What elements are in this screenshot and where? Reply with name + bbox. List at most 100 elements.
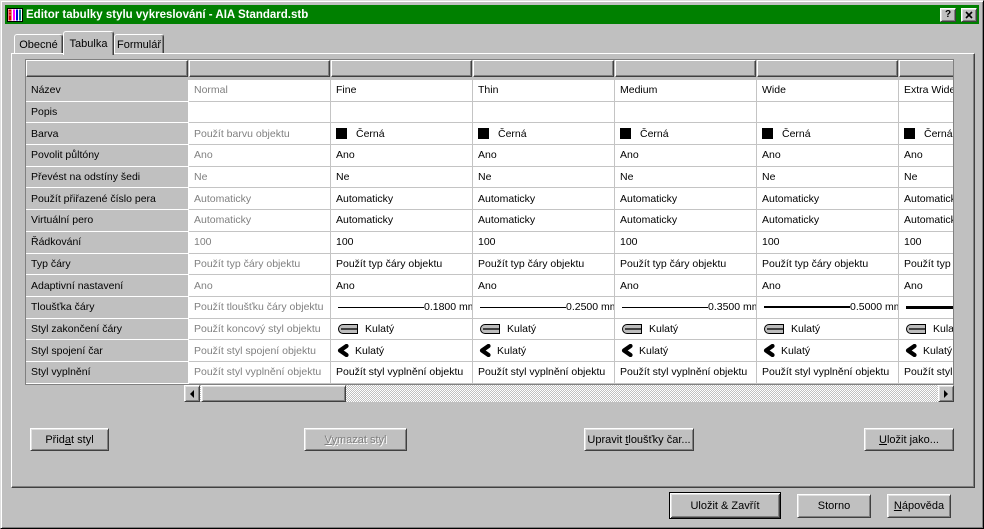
table-cell[interactable]: Ano (331, 275, 473, 297)
table-cell[interactable]: Thin (473, 80, 615, 102)
table-cell[interactable]: Použít styl vyplnění objektu (615, 362, 757, 384)
table-cell[interactable]: Kulatý (757, 319, 899, 341)
tab-tabulka[interactable]: Tabulka (63, 31, 114, 55)
table-cell[interactable]: Automaticky (899, 188, 954, 210)
table-cell[interactable]: Černá (473, 123, 615, 145)
scroll-left-button[interactable] (184, 385, 200, 402)
table-cell[interactable]: Ano (473, 275, 615, 297)
table-cell[interactable]: Ne (757, 167, 899, 189)
horizontal-scrollbar[interactable] (184, 385, 954, 402)
table-cell[interactable]: Černá (331, 123, 473, 145)
column-header-cell[interactable] (615, 60, 756, 77)
table-cell[interactable]: Ne (473, 167, 615, 189)
table-cell[interactable]: 0.2500 mm (473, 297, 615, 319)
table-cell[interactable]: Automaticky (331, 188, 473, 210)
table-cell[interactable]: Automaticky (473, 210, 615, 232)
tab-formular[interactable]: Formulář (114, 34, 164, 54)
table-cell[interactable]: Automaticky (615, 210, 757, 232)
table-cell[interactable] (757, 102, 899, 124)
table-cell[interactable]: Kulatý (899, 340, 954, 362)
column-header-cell[interactable] (189, 60, 330, 77)
table-cell[interactable]: Černá (757, 123, 899, 145)
table-cell[interactable]: Kulatý (615, 319, 757, 341)
table-cell[interactable]: Ano (899, 145, 954, 167)
table-cell[interactable]: Ano (615, 145, 757, 167)
table-cell[interactable]: Kulatý (757, 340, 899, 362)
table-cell[interactable]: Kulatý (899, 319, 954, 341)
table-cell[interactable]: 100 (189, 232, 331, 254)
table-cell[interactable]: Použít barvu objektu (189, 123, 331, 145)
tab-obecne[interactable]: Obecné (14, 34, 63, 54)
table-cell[interactable]: Ne (615, 167, 757, 189)
table-cell[interactable]: Automaticky (473, 188, 615, 210)
table-cell[interactable]: 0.3500 mm (615, 297, 757, 319)
scroll-right-button[interactable] (938, 385, 954, 402)
table-cell[interactable]: Extra Wide (899, 80, 954, 102)
table-cell[interactable]: Použít typ čáry objektu (899, 254, 954, 276)
table-cell[interactable]: Použít typ čáry objektu (757, 254, 899, 276)
table-cell[interactable]: Kulatý (473, 319, 615, 341)
column-header-cell[interactable] (899, 60, 954, 77)
help-button[interactable]: ? (940, 8, 956, 22)
column-header-cell[interactable] (757, 60, 898, 77)
table-cell[interactable]: Použít styl vyplnění objektu (331, 362, 473, 384)
table-cell[interactable]: Použít styl spojení objektu (189, 340, 331, 362)
table-cell[interactable]: Fine (331, 80, 473, 102)
table-cell[interactable]: Černá (899, 123, 954, 145)
table-cell[interactable]: Ano (757, 275, 899, 297)
table-cell[interactable]: 100 (331, 232, 473, 254)
table-cell[interactable]: Automaticky (899, 210, 954, 232)
table-cell[interactable]: Ano (189, 145, 331, 167)
table-cell[interactable]: Kulatý (331, 340, 473, 362)
table-cell[interactable] (899, 297, 954, 319)
table-cell[interactable]: 0.1800 mm (331, 297, 473, 319)
table-cell[interactable]: Černá (615, 123, 757, 145)
table-cell[interactable] (473, 102, 615, 124)
add-style-button[interactable]: Přidat styl (30, 428, 109, 451)
table-cell[interactable]: Použít koncový styl objektu (189, 319, 331, 341)
table-cell[interactable]: Ne (331, 167, 473, 189)
table-cell[interactable]: Použít styl vyplnění objektu (757, 362, 899, 384)
table-cell[interactable]: Ano (615, 275, 757, 297)
table-cell[interactable] (189, 102, 331, 124)
table-cell[interactable]: Použít typ čáry objektu (473, 254, 615, 276)
table-cell[interactable]: Použít typ čáry objektu (189, 254, 331, 276)
corner-header-cell[interactable] (26, 60, 188, 77)
table-cell[interactable]: Použít styl vyplnění objektu (473, 362, 615, 384)
table-cell[interactable]: Kulatý (473, 340, 615, 362)
table-cell[interactable]: Použít styl vyplnění objektu (899, 362, 954, 384)
table-cell[interactable]: Ano (899, 275, 954, 297)
table-cell[interactable]: Automaticky (189, 210, 331, 232)
table-cell[interactable] (899, 102, 954, 124)
table-cell[interactable]: 0.5000 mm (757, 297, 899, 319)
table-cell[interactable]: Automaticky (331, 210, 473, 232)
table-cell[interactable]: Medium (615, 80, 757, 102)
table-cell[interactable]: Ano (473, 145, 615, 167)
table-cell[interactable]: Ano (331, 145, 473, 167)
edit-lineweights-button[interactable]: Upravit tloušťky čar... (584, 428, 694, 451)
table-cell[interactable]: Normal (189, 80, 331, 102)
table-cell[interactable]: Kulatý (331, 319, 473, 341)
table-cell[interactable]: 100 (757, 232, 899, 254)
table-cell[interactable]: Použít typ čáry objektu (331, 254, 473, 276)
table-cell[interactable]: Kulatý (615, 340, 757, 362)
table-cell[interactable]: 100 (615, 232, 757, 254)
column-header-cell[interactable] (473, 60, 614, 77)
table-cell[interactable]: Automaticky (615, 188, 757, 210)
table-cell[interactable] (615, 102, 757, 124)
scrollbar-thumb[interactable] (201, 385, 346, 402)
title-bar[interactable]: Editor tabulky stylu vykreslování - AIA … (5, 5, 979, 24)
table-cell[interactable]: Ne (899, 167, 954, 189)
table-cell[interactable]: 100 (473, 232, 615, 254)
table-cell[interactable]: Ano (757, 145, 899, 167)
table-cell[interactable]: 100 (899, 232, 954, 254)
table-cell[interactable]: Ne (189, 167, 331, 189)
table-cell[interactable]: Ano (189, 275, 331, 297)
table-cell[interactable]: Použít styl vyplnění objektu (189, 362, 331, 384)
table-cell[interactable] (331, 102, 473, 124)
table-cell[interactable]: Použít typ čáry objektu (615, 254, 757, 276)
cancel-button[interactable]: Storno (797, 494, 871, 518)
help-dialog-button[interactable]: Nápověda (887, 494, 951, 518)
column-header-cell[interactable] (331, 60, 472, 77)
table-cell[interactable]: Automaticky (757, 188, 899, 210)
